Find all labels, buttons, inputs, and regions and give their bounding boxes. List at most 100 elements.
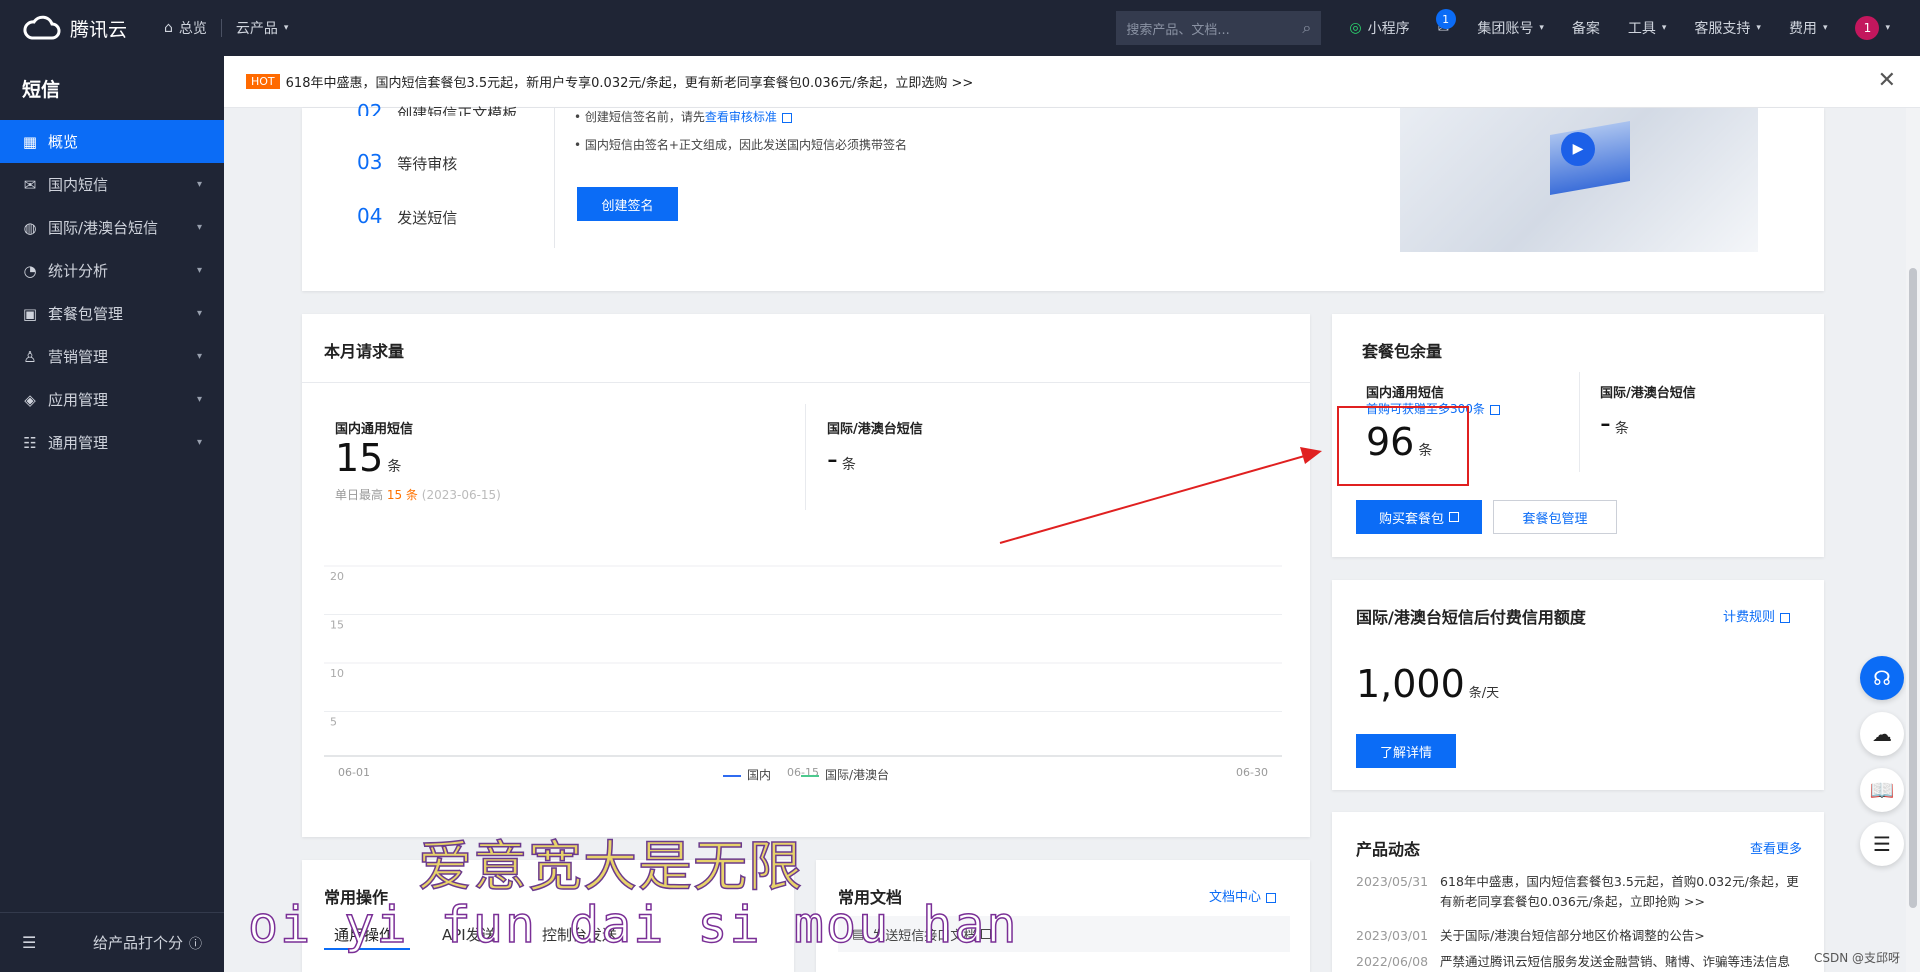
collapse-icon[interactable]: ☰ bbox=[22, 933, 36, 952]
docs-button[interactable]: 📖 bbox=[1860, 768, 1904, 812]
unit-label: 条 bbox=[1614, 421, 1629, 437]
divider bbox=[302, 382, 1310, 383]
bullet: • bbox=[574, 138, 585, 152]
sidebar-item-label: 营销管理 bbox=[48, 348, 109, 366]
note-item: • 创建短信签名前，请先查看审核标准 bbox=[574, 108, 792, 125]
scrollbar-thumb[interactable] bbox=[1909, 268, 1917, 908]
external-link-icon bbox=[1780, 612, 1790, 623]
sidebar-item-domestic-sms[interactable]: ✉ 国内短信 ▾ bbox=[0, 163, 224, 206]
group-account-menu[interactable]: 集团账号 ▾ bbox=[1463, 18, 1558, 38]
overview-link[interactable]: ⌂ 总览 bbox=[150, 18, 221, 38]
cloud-assistant-button[interactable]: ☁ bbox=[1860, 712, 1904, 756]
record-link[interactable]: 备案 bbox=[1558, 18, 1614, 38]
chevron-down-icon: ▾ bbox=[196, 308, 202, 319]
chevron-down-icon: ▾ bbox=[1661, 23, 1667, 33]
sidebar-item-statistics[interactable]: ◔ 统计分析 ▾ bbox=[0, 249, 224, 292]
domestic-label: 国内通用短信 bbox=[1366, 386, 1445, 401]
sidebar-item-label: 国内短信 bbox=[48, 176, 109, 194]
divider bbox=[1579, 372, 1580, 472]
record-label: 备案 bbox=[1571, 21, 1600, 37]
customer-service-button[interactable]: ☊ bbox=[1860, 656, 1904, 700]
step-label: 创建短信正文模板 bbox=[397, 105, 518, 116]
chevron-down-icon: ▾ bbox=[1822, 23, 1828, 33]
play-icon[interactable]: ▶ bbox=[1561, 132, 1595, 166]
learn-more-button[interactable]: 了解详情 bbox=[1356, 734, 1456, 768]
domestic-value: 15 bbox=[335, 436, 384, 480]
brand-logo[interactable]: 腾讯云 bbox=[0, 14, 150, 42]
sidebar-item-packages[interactable]: ▣ 套餐包管理 ▾ bbox=[0, 292, 224, 335]
sidebar-item-overview[interactable]: ▦ 概览 bbox=[0, 120, 224, 163]
close-icon[interactable]: ✕ bbox=[1878, 68, 1896, 93]
mini-program-link[interactable]: ◎ 小程序 bbox=[1335, 18, 1423, 38]
monthly-requests-card: 本月请求量 国内通用短信 15 条 单日最高 15 条 (2023-06-15) … bbox=[302, 314, 1310, 837]
sidebar-item-marketing[interactable]: ♙ 营销管理 ▾ bbox=[0, 335, 224, 378]
step-item: 02 创建短信正文模板 bbox=[357, 100, 517, 116]
manage-package-button[interactable]: 套餐包管理 bbox=[1493, 500, 1617, 534]
divider bbox=[805, 404, 806, 510]
create-signature-button[interactable]: 创建签名 bbox=[577, 187, 678, 221]
sidebar-item-general[interactable]: ☷ 通用管理 ▾ bbox=[0, 421, 224, 464]
search-icon[interactable]: ⌕ bbox=[1302, 18, 1311, 38]
news-item[interactable]: 2022/06/08 严禁通过腾讯云短信服务发送金融营销、赌博、诈骗等违法信息 bbox=[1356, 952, 1806, 972]
step-number: 03 bbox=[357, 150, 383, 174]
step-item: 04 发送短信 bbox=[357, 204, 457, 228]
user-menu[interactable]: 1 ▾ bbox=[1841, 16, 1920, 40]
support-menu[interactable]: 客服支持 ▾ bbox=[1680, 18, 1775, 38]
page-scrollbar[interactable] bbox=[1906, 108, 1920, 972]
buy-package-button[interactable]: 购买套餐包 bbox=[1356, 500, 1482, 534]
feedback-link[interactable]: 给产品打个分 bbox=[93, 932, 183, 953]
product-news-card: 产品动态 查看更多 2023/05/31 618年中盛惠，国内短信套餐包3.5元… bbox=[1332, 812, 1824, 972]
sidebar-item-apps[interactable]: ◈ 应用管理 ▾ bbox=[0, 378, 224, 421]
y-tick-label: 15 bbox=[330, 619, 344, 632]
note-item: • 国内短信由签名+正文组成，因此发送国内短信必须携带签名 bbox=[574, 136, 907, 153]
news-item[interactable]: 2023/03/01 关于国际/港澳台短信部分地区价格调整的公告> bbox=[1356, 926, 1806, 946]
layers-icon: ◈ bbox=[24, 390, 36, 409]
chevron-down-icon: ▾ bbox=[196, 437, 202, 448]
news-text: 关于国际/港澳台短信部分地区价格调整的公告> bbox=[1440, 928, 1705, 943]
doc-center-link-row: 文档中心 bbox=[1209, 886, 1276, 905]
unit-label: 条 bbox=[387, 459, 402, 475]
cloud-logo-icon bbox=[23, 15, 61, 40]
intl-value-row: -条 bbox=[827, 442, 856, 477]
news-item[interactable]: 2023/05/31 618年中盛惠，国内短信套餐包3.5元起，首购0.032元… bbox=[1356, 872, 1806, 912]
chevron-down-icon: ▾ bbox=[1756, 23, 1761, 33]
highlight-box bbox=[1337, 406, 1469, 486]
sidebar-item-intl-sms[interactable]: ◍ 国际/港澳台短信 ▾ bbox=[0, 206, 224, 249]
credit-limit-card: 国际/港澳台短信后付费信用额度 计费规则 1,000 条/天 了解详情 bbox=[1332, 580, 1824, 790]
tools-menu[interactable]: 工具 ▾ bbox=[1614, 18, 1681, 38]
peak-label: 单日最高 bbox=[335, 488, 384, 502]
view-more-link[interactable]: 查看更多 bbox=[1750, 838, 1802, 857]
legend-item: 国际/港澳台 bbox=[800, 766, 889, 783]
peak-date: (2023-06-15) bbox=[421, 488, 501, 502]
search-input[interactable]: 搜索产品、文档... ⌕ bbox=[1116, 11, 1322, 45]
promo-illustration[interactable]: ▶ bbox=[1400, 108, 1758, 252]
overview-label: 总览 bbox=[178, 21, 207, 37]
intl-label: 国际/港澳台短信 bbox=[1600, 386, 1696, 401]
card-title: 产品动态 bbox=[1356, 840, 1421, 859]
info-icon: ⓘ bbox=[188, 937, 202, 952]
grid-icon: ▦ bbox=[22, 132, 38, 151]
group-account-label: 集团账号 bbox=[1477, 21, 1534, 37]
chevron-down-icon: ▾ bbox=[283, 23, 289, 33]
overlay-caption-chinese: 爱意宽大是无限 bbox=[417, 834, 803, 899]
news-date: 2023/05/31 bbox=[1356, 874, 1429, 889]
fees-menu[interactable]: 费用 ▾ bbox=[1775, 18, 1842, 38]
intl-remaining-value: - bbox=[1600, 406, 1611, 441]
menu-list-button[interactable]: ☰ bbox=[1860, 822, 1904, 866]
home-icon: ⌂ bbox=[164, 20, 173, 36]
doc-center-link[interactable]: 文档中心 bbox=[1209, 890, 1261, 905]
intl-value-row: -条 bbox=[1600, 406, 1629, 441]
promo-text[interactable]: 618年中盛惠，国内短信套餐包3.5元起，新用户专享0.032元/条起，更有新老… bbox=[286, 72, 974, 91]
chevron-down-icon: ▾ bbox=[1885, 23, 1890, 33]
audit-standard-link[interactable]: 查看审核标准 bbox=[705, 110, 777, 124]
chevron-down-icon: ▾ bbox=[196, 222, 202, 233]
mail-button[interactable]: ✉ 1 bbox=[1424, 9, 1464, 36]
sidebar-item-label: 概览 bbox=[48, 133, 79, 151]
bullet: • bbox=[574, 110, 585, 124]
news-text: 618年中盛惠，国内短信套餐包3.5元起，首购0.032元/条起，更有新老同享套… bbox=[1440, 874, 1799, 909]
chevron-down-icon: ▾ bbox=[1539, 23, 1544, 33]
intl-label: 国际/港澳台短信 bbox=[827, 422, 923, 437]
billing-rules-link[interactable]: 计费规则 bbox=[1723, 610, 1775, 625]
credit-value: 1,000 bbox=[1356, 662, 1465, 706]
products-menu[interactable]: 云产品 ▾ bbox=[222, 18, 303, 38]
